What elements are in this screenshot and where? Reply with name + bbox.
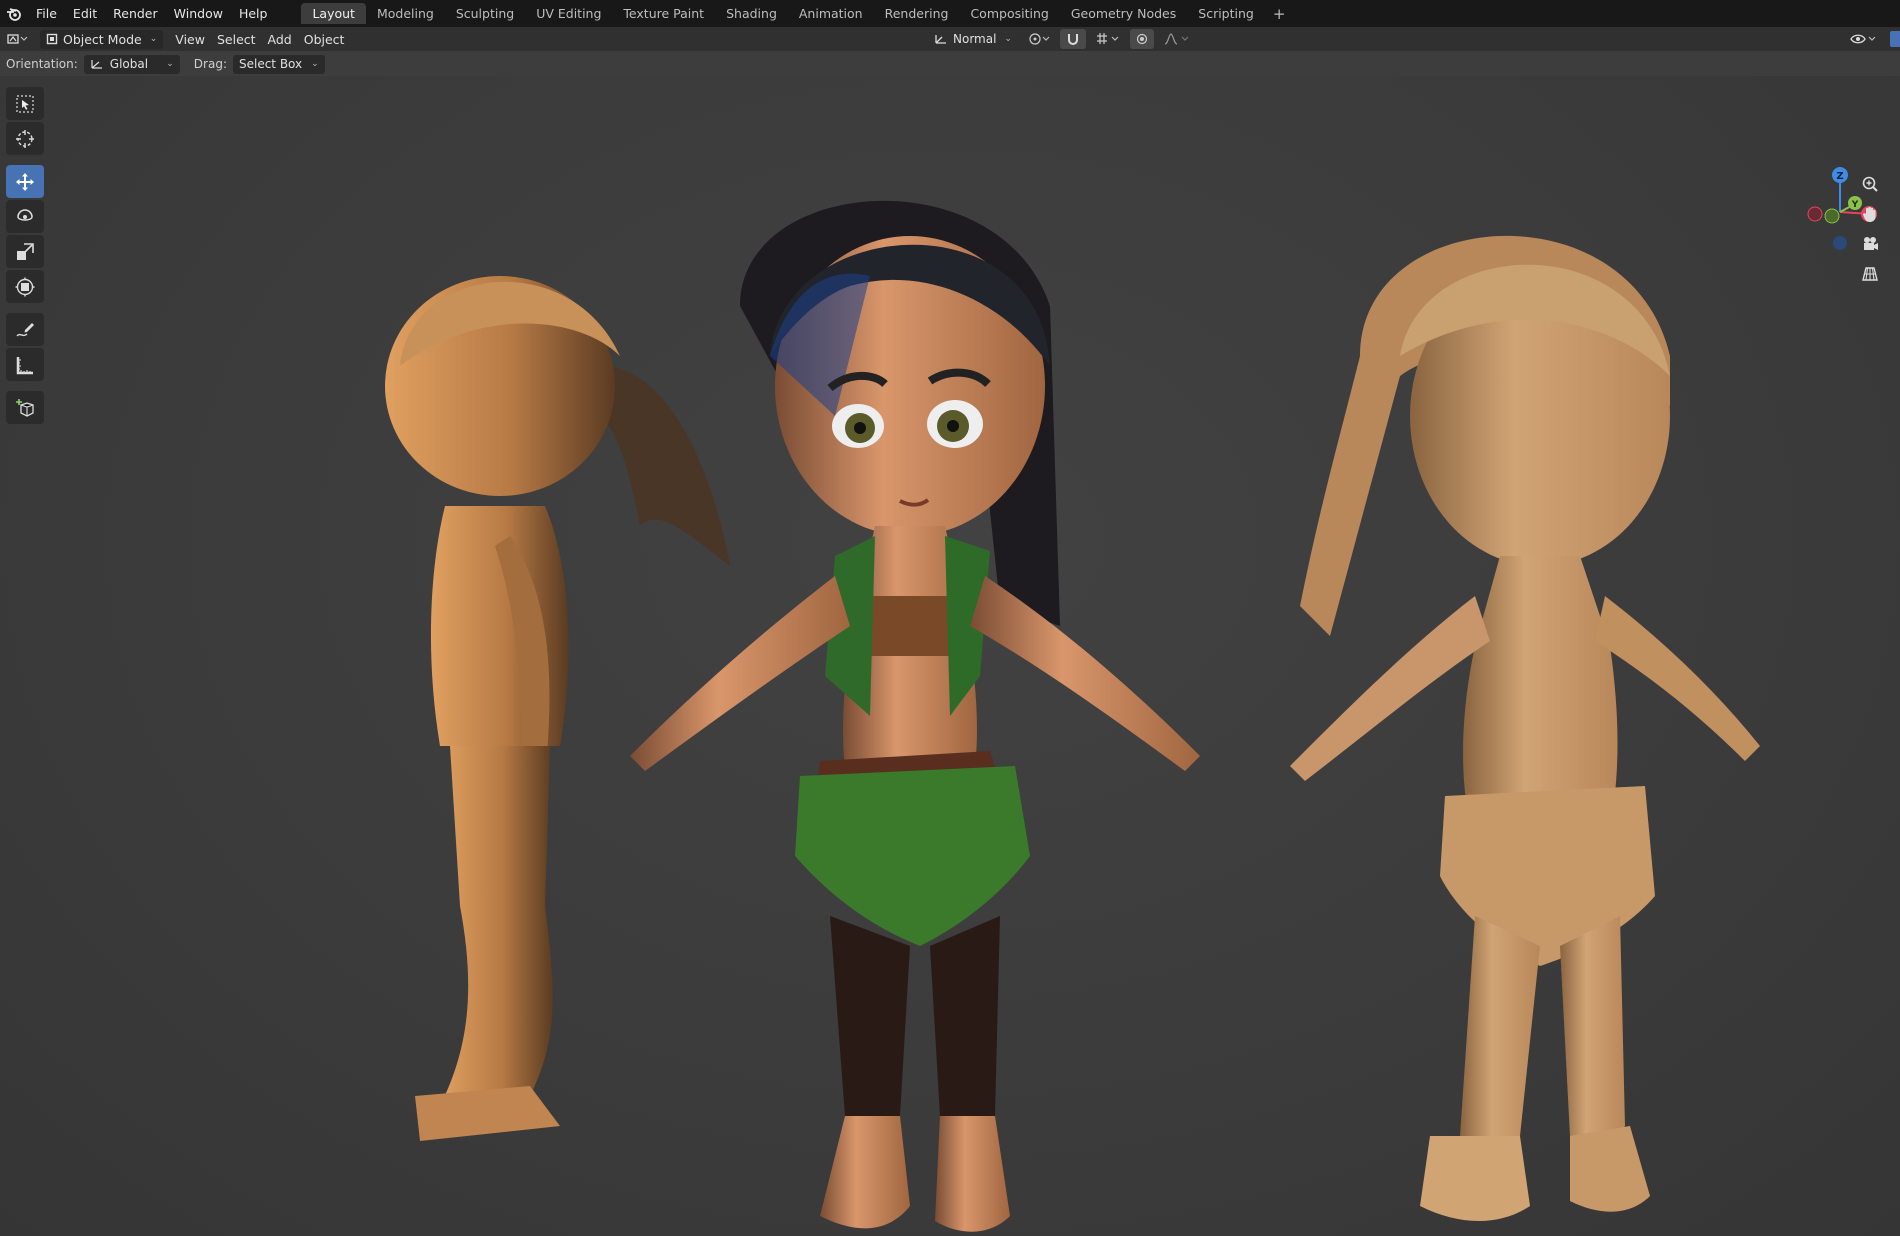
add-cube-icon: [16, 398, 34, 417]
tab-shading[interactable]: Shading: [715, 3, 788, 24]
tab-compositing[interactable]: Compositing: [959, 3, 1059, 24]
cursor-tool[interactable]: [6, 122, 44, 155]
pan-button[interactable]: [1855, 200, 1885, 228]
camera-icon: [1864, 237, 1878, 250]
menu-object[interactable]: Object: [298, 29, 351, 49]
falloff-dropdown[interactable]: [1158, 29, 1196, 49]
character-textured-front-view[interactable]: [620, 156, 1230, 1236]
snap-grid-icon: [1096, 33, 1119, 44]
tab-sculpting[interactable]: Sculpting: [445, 3, 525, 24]
character-clay-front-view[interactable]: [1250, 176, 1770, 1236]
zoom-button[interactable]: [1855, 170, 1885, 198]
menu-edit[interactable]: Edit: [65, 0, 105, 27]
mode-select[interactable]: Object Mode ⌄: [40, 29, 164, 49]
menu-render[interactable]: Render: [105, 0, 166, 27]
select-box-tool[interactable]: [6, 87, 44, 120]
magnet-icon: [1067, 34, 1078, 45]
menu-window[interactable]: Window: [166, 0, 231, 27]
menu-view[interactable]: View: [169, 29, 211, 49]
menu-help[interactable]: Help: [231, 0, 276, 27]
move-icon: [16, 172, 34, 191]
transform-icon: [15, 277, 35, 296]
tab-rendering[interactable]: Rendering: [874, 3, 960, 24]
global-orientation-icon: [91, 60, 102, 69]
cursor-icon: [16, 129, 34, 148]
menu-file[interactable]: File: [28, 0, 65, 27]
transform-orientation-dropdown[interactable]: Normal ⌄: [928, 29, 1018, 49]
3d-viewport[interactable]: Z X Y: [0, 76, 1900, 1236]
editor-type-icon: [7, 34, 28, 44]
scale-icon: [17, 242, 34, 260]
header-center-controls: Normal ⌄: [928, 29, 1196, 49]
drag-value: Select Box: [238, 57, 303, 71]
tab-modeling[interactable]: Modeling: [366, 3, 445, 24]
blender-logo-icon[interactable]: [0, 0, 28, 27]
visibility-dropdown[interactable]: [1844, 29, 1884, 49]
drag-field-label: Drag:: [193, 57, 227, 71]
transform-tool[interactable]: [6, 270, 44, 303]
rotate-tool[interactable]: [6, 200, 44, 233]
orientation-field-label: Orientation:: [6, 57, 78, 71]
tab-uv-editing[interactable]: UV Editing: [525, 3, 612, 24]
snap-target-dropdown[interactable]: [1090, 29, 1126, 49]
pivot-point-button[interactable]: [1022, 29, 1056, 49]
tab-layout[interactable]: Layout: [301, 3, 366, 24]
gizmo-z-label: Z: [1836, 171, 1843, 182]
workspace-tabs: Layout Modeling Sculpting UV Editing Tex…: [301, 0, 1293, 27]
tool-shelf: [6, 87, 44, 424]
chevron-down-icon: ⌄: [311, 59, 319, 69]
eye-icon: [1850, 34, 1876, 44]
header-right-controls: [1844, 29, 1900, 49]
viewport-header: Object Mode ⌄ View Select Add Object Nor…: [0, 27, 1900, 51]
add-workspace-button[interactable]: +: [1265, 5, 1294, 23]
snap-toggle[interactable]: [1059, 29, 1086, 49]
zoom-icon: [1862, 176, 1878, 192]
perspective-toggle-button[interactable]: [1855, 260, 1885, 288]
viewport-overlay-edge-icon[interactable]: [1890, 31, 1900, 47]
tab-animation[interactable]: Animation: [788, 3, 874, 24]
chevron-down-icon: ⌄: [166, 59, 174, 69]
orientation-value: Global: [109, 57, 149, 71]
proportional-edit-icon: [1136, 33, 1148, 45]
move-tool[interactable]: [6, 165, 44, 198]
grid-perspective-icon: [1862, 267, 1878, 281]
pivot-icon: [1029, 33, 1050, 45]
tab-scripting[interactable]: Scripting: [1187, 3, 1265, 24]
proportional-edit-toggle[interactable]: [1129, 29, 1154, 49]
scale-tool[interactable]: [6, 235, 44, 268]
hand-icon: [1862, 206, 1876, 222]
menu-select[interactable]: Select: [211, 29, 262, 49]
add-cube-tool[interactable]: [6, 391, 44, 424]
editor-type-button[interactable]: [0, 29, 34, 49]
tool-settings-bar: Orientation: Global ⌄ Drag: Select Box ⌄: [0, 52, 1900, 76]
camera-view-button[interactable]: [1855, 230, 1885, 258]
top-menu-bar: File Edit Render Window Help Layout Mode…: [0, 0, 1900, 27]
annotate-pencil-icon: [16, 322, 34, 336]
annotate-tool[interactable]: [6, 313, 44, 346]
select-box-icon: [16, 94, 34, 113]
menu-add[interactable]: Add: [262, 29, 298, 49]
drag-dropdown[interactable]: Select Box ⌄: [232, 54, 325, 74]
measure-tool[interactable]: [6, 348, 44, 381]
orientation-dropdown[interactable]: Global ⌄: [83, 54, 180, 74]
orientation-label: Normal: [953, 32, 997, 46]
chevron-down-icon: ⌄: [149, 34, 158, 44]
chevron-down-icon: ⌄: [1004, 34, 1012, 44]
tab-texture-paint[interactable]: Texture Paint: [612, 3, 715, 24]
mode-label: Object Mode: [63, 31, 142, 47]
object-mode-icon: [46, 33, 58, 45]
ruler-icon: [16, 356, 33, 374]
falloff-curve-icon: [1164, 33, 1189, 45]
rotate-icon: [17, 208, 33, 221]
tab-geometry-nodes[interactable]: Geometry Nodes: [1060, 3, 1187, 24]
orientation-icon: [935, 35, 946, 44]
mode-dropdown[interactable]: Object Mode ⌄: [34, 29, 169, 49]
